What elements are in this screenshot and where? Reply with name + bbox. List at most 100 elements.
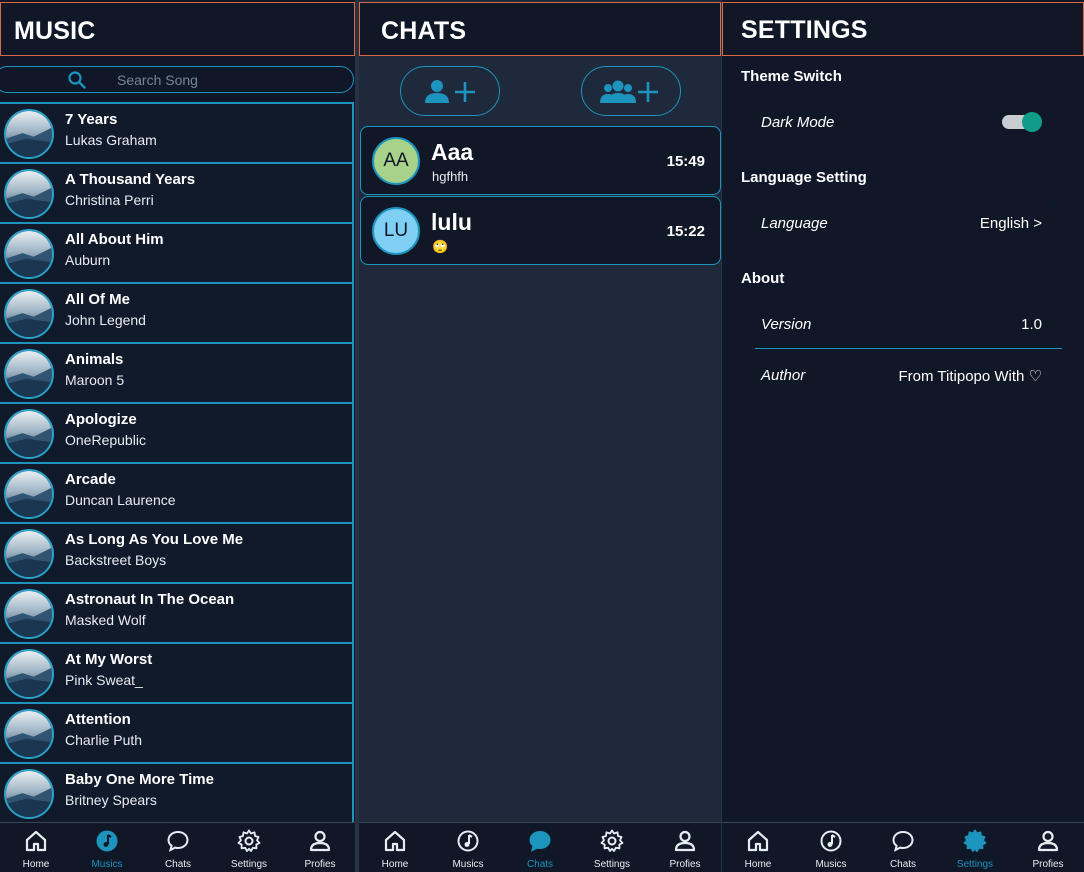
gear-icon — [600, 829, 624, 852]
song-list-item[interactable]: Astronaut In The Ocean Masked Wolf — [0, 582, 354, 642]
nav-label: Chats — [164, 859, 192, 870]
nav-item-musics[interactable]: Musics — [432, 823, 504, 872]
search-input[interactable]: Search Song — [0, 66, 354, 93]
add-group-icon — [600, 80, 658, 103]
language-row[interactable]: Language English > — [740, 197, 1062, 248]
music-panel: MUSIC Search Song 7 Years Lukas Graham A T… — [0, 0, 355, 872]
gear-icon — [963, 829, 987, 852]
nav-item-home[interactable]: Home — [722, 823, 794, 872]
nav-item-home[interactable]: Home — [359, 823, 431, 872]
nav-item-musics[interactable]: Musics — [795, 823, 867, 872]
version-label: Version — [761, 316, 812, 333]
avatar: AA — [372, 137, 420, 185]
nav-label: Home — [381, 859, 409, 870]
song-list-item[interactable]: Animals Maroon 5 — [0, 342, 354, 402]
add-group-button[interactable] — [581, 66, 681, 116]
toggle-thumb[interactable] — [1022, 112, 1042, 132]
add-user-button[interactable] — [400, 66, 500, 116]
song-list-item[interactable]: Baby One More Time Britney Spears — [0, 762, 354, 822]
search-placeholder: Search Song — [117, 72, 198, 88]
song-artist: Masked Wolf — [65, 612, 146, 628]
song-artist: Charlie Puth — [65, 732, 143, 748]
song-list-item[interactable]: A Thousand Years Christina Perri — [0, 162, 354, 222]
song-artist: Lukas Graham — [65, 132, 157, 148]
page-title: CHATS — [381, 17, 467, 45]
album-art-icon — [4, 709, 54, 759]
chat-list-item[interactable]: LU lulu 🙄 15:22 — [360, 196, 721, 265]
nav-label: Settings — [230, 859, 268, 870]
language-value[interactable]: English > — [980, 215, 1042, 232]
about-section-title: About — [741, 270, 785, 287]
nav-item-profies[interactable]: Profies — [1012, 823, 1084, 872]
song-list-item[interactable]: At My Worst Pink Sweat_ — [0, 642, 354, 702]
song-title: Astronaut In The Ocean — [65, 591, 235, 608]
album-art-icon — [4, 589, 54, 639]
song-list-item[interactable]: Apologize OneRepublic — [0, 402, 354, 462]
person-icon — [674, 830, 696, 852]
song-title: All Of Me — [65, 291, 131, 308]
settings-panel: SETTINGS Theme Switch Dark Mode Language… — [722, 0, 1084, 872]
chat-name: lulu — [431, 209, 472, 235]
nav-item-settings[interactable]: Settings — [213, 823, 285, 872]
album-art-icon — [4, 409, 54, 459]
song-artist: Duncan Laurence — [65, 492, 176, 508]
nav-label: Settings — [593, 859, 631, 870]
nav-item-profies[interactable]: Profies — [284, 823, 355, 872]
nav-label: Chats — [889, 859, 917, 870]
song-title: As Long As You Love Me — [65, 531, 244, 548]
album-art-icon — [4, 229, 54, 279]
language-section-title: Language Setting — [741, 169, 867, 186]
song-title: A Thousand Years — [65, 171, 196, 188]
settings-header: SETTINGS — [722, 2, 1084, 56]
nav-label: Musics — [452, 859, 484, 870]
page-title: MUSIC — [14, 17, 96, 45]
home-icon — [25, 830, 47, 852]
author-label: Author — [761, 367, 806, 384]
chats-header: CHATS — [359, 2, 721, 56]
nav-label: Profies — [669, 859, 701, 870]
album-art-icon — [4, 289, 54, 339]
home-icon — [384, 830, 406, 852]
bottom-nav: Home Musics Chats Settings Profies — [359, 822, 721, 872]
song-list-item[interactable]: 7 Years Lukas Graham — [0, 102, 354, 162]
nav-item-settings[interactable]: Settings — [576, 823, 648, 872]
page-title: SETTINGS — [741, 16, 868, 44]
nav-item-profies[interactable]: Profies — [649, 823, 721, 872]
song-list-item[interactable]: Arcade Duncan Laurence — [0, 462, 354, 522]
nav-label: Profies — [1032, 859, 1064, 870]
song-artist: Christina Perri — [65, 192, 154, 208]
song-title: Arcade — [65, 471, 116, 488]
nav-item-chats[interactable]: Chats — [867, 823, 939, 872]
song-artist: Pink Sweat_ — [65, 672, 143, 688]
album-art-icon — [4, 469, 54, 519]
person-icon — [1037, 830, 1059, 852]
album-art-icon — [4, 349, 54, 399]
nav-item-chats[interactable]: Chats — [142, 823, 214, 872]
nav-item-chats[interactable]: Chats — [504, 823, 576, 872]
nav-item-settings[interactable]: Settings — [939, 823, 1011, 872]
chat-time: 15:22 — [666, 223, 705, 240]
song-title: 7 Years — [65, 111, 118, 128]
song-list-item[interactable]: All Of Me John Legend — [0, 282, 354, 342]
song-title: Apologize — [65, 411, 137, 428]
nav-item-musics[interactable]: Musics — [71, 823, 143, 872]
song-title: Attention — [65, 711, 131, 728]
song-artist: Auburn — [65, 252, 111, 268]
song-list-item[interactable]: All About Him Auburn — [0, 222, 354, 282]
theme-card: Dark Mode — [740, 96, 1062, 147]
chat-bubble-icon — [892, 830, 914, 852]
divider — [755, 348, 1062, 349]
chat-last-message: hgfhfh — [432, 169, 469, 184]
chat-bubble-icon — [167, 830, 189, 852]
music-icon — [457, 830, 479, 852]
nav-label: Home — [744, 859, 772, 870]
chat-list-item[interactable]: AA Aaa hgfhfh 15:49 — [360, 126, 721, 195]
album-art-icon — [4, 769, 54, 819]
nav-label: Home — [22, 859, 50, 870]
dark-mode-label: Dark Mode — [761, 114, 835, 131]
song-artist: Backstreet Boys — [65, 552, 167, 568]
nav-item-home[interactable]: Home — [0, 823, 72, 872]
bottom-nav: Home Musics Chats Settings Profies — [0, 822, 355, 872]
song-list-item[interactable]: Attention Charlie Puth — [0, 702, 354, 762]
song-list-item[interactable]: As Long As You Love Me Backstreet Boys — [0, 522, 354, 582]
